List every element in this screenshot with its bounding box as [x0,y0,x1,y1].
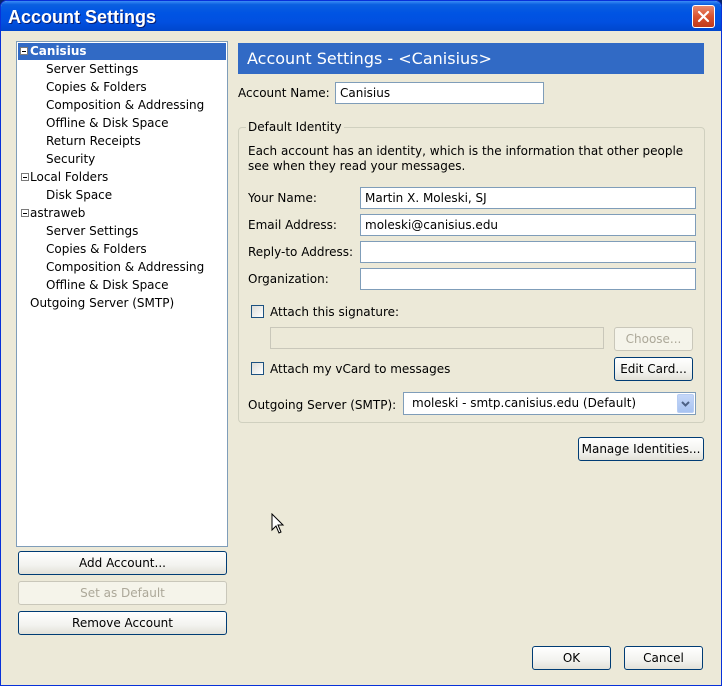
attach-signature-label: Attach this signature: [270,305,400,319]
tree-item[interactable]: Offline & Disk Space [46,115,169,132]
cancel-button[interactable]: Cancel [624,646,703,670]
tree-item[interactable]: Return Receipts [46,133,141,150]
tree-item-label: Return Receipts [46,134,141,148]
tree-item-label: Disk Space [46,188,113,202]
outgoing-server-value: moleski - smtp.canisius.edu (Default) [412,396,637,410]
mouse-pointer-icon [271,513,285,534]
add-account-button[interactable]: Add Account... [18,551,227,575]
attach-vcard-checkbox[interactable] [251,362,264,375]
chevron-down-icon [681,401,690,407]
tree-item[interactable]: Canisius [18,43,226,60]
reply-to-field[interactable] [360,241,696,263]
remove-account-button[interactable]: Remove Account [18,611,227,635]
account-name-field[interactable]: Canisius [335,82,544,104]
account-settings-window: Account Settings Canisius Server Settings… [0,0,722,686]
tree-item[interactable]: Composition & Addressing [46,97,204,114]
tree-item[interactable]: Disk Space [46,187,112,204]
account-tree[interactable]: Canisius Server Settings Copies & Folders C… [16,41,228,547]
dropdown-button[interactable] [677,394,694,413]
dialog-body: Canisius Server Settings Copies & Folders C… [1,31,721,685]
organization-label: Organization: [248,272,329,286]
page-title: Account Settings - <Canisius> [238,43,704,74]
window-title: Account Settings [8,7,157,27]
tree-item-label: Offline & Disk Space [46,116,169,130]
tree-item[interactable]: Server Settings [46,61,138,78]
edit-card-button[interactable]: Edit Card... [614,357,693,381]
collapse-icon[interactable] [21,173,29,181]
tree-item-label: Outgoing Server (SMTP) [30,296,175,310]
tree-item[interactable]: Security [46,151,95,168]
collapse-icon[interactable] [20,47,28,55]
set-as-default-button[interactable]: Set as Default [18,581,227,605]
attach-signature-checkbox[interactable] [251,305,264,318]
outgoing-server-select[interactable]: moleski - smtp.canisius.edu (Default) [403,392,696,415]
default-identity-caption: Default Identity [246,120,344,134]
tree-item-label: Composition & Addressing [46,260,205,274]
email-address-label: Email Address: [248,218,337,232]
your-name-label: Your Name: [248,191,317,205]
tree-item-label: Local Folders [30,170,109,184]
tree-item-label: Server Settings [46,62,139,76]
tree-item[interactable]: Copies & Folders [46,79,147,96]
tree-item[interactable]: astraweb [19,205,87,222]
title-bar[interactable]: Account Settings [1,1,721,31]
collapse-icon[interactable] [21,209,29,217]
ok-button[interactable]: OK [532,646,611,670]
choose-signature-button[interactable]: Choose... [614,327,693,351]
tree-item-label: Server Settings [46,224,139,238]
close-button[interactable] [692,5,715,28]
tree-item-label: Canisius [30,44,87,58]
attach-vcard-label: Attach my vCard to messages [270,362,451,376]
identity-description: Each account has an identity, which is t… [248,144,684,173]
tree-item[interactable]: Outgoing Server (SMTP) [19,295,176,312]
tree-item-label: Offline & Disk Space [46,278,169,292]
tree-item-label: Composition & Addressing [46,98,205,112]
tree-item-label: astraweb [30,206,86,220]
email-address-field[interactable]: moleski@canisius.edu [360,214,696,236]
outgoing-server-label: Outgoing Server (SMTP): [248,398,397,412]
tree-item-label: Copies & Folders [46,242,147,256]
tree-item[interactable]: Offline & Disk Space [46,277,169,294]
tree-item-label: Copies & Folders [46,80,147,94]
tree-item[interactable]: Copies & Folders [46,241,147,258]
your-name-field[interactable]: Martin X. Moleski, SJ [360,187,696,209]
manage-identities-button[interactable]: Manage Identities... [578,437,704,461]
reply-to-label: Reply-to Address: [248,245,354,259]
account-name-label: Account Name: [238,86,330,100]
organization-field[interactable] [360,268,696,290]
tree-item-label: Security [46,152,96,166]
tree-item[interactable]: Local Folders [19,169,110,186]
tree-item[interactable]: Server Settings [46,223,138,240]
signature-file-field[interactable] [270,327,604,349]
tree-item[interactable]: Composition & Addressing [46,259,204,276]
close-icon [697,10,710,23]
